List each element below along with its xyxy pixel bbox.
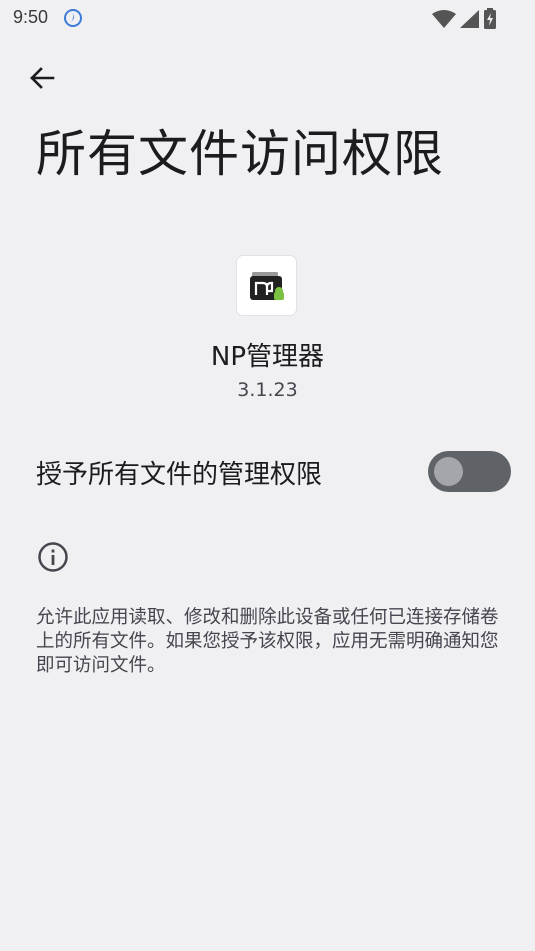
status-icons (431, 8, 497, 30)
info-icon (38, 542, 68, 572)
vpn-shield-icon (64, 9, 82, 27)
app-name: NP管理器 (210, 342, 325, 372)
cell-signal-icon (460, 10, 479, 28)
permission-description: 允许此应用读取、修改和删除此设备或任何已连接存储卷上的所有文件。如果您授予该权限… (36, 607, 499, 676)
permission-label: 授予所有文件的管理权限 (36, 460, 323, 490)
status-bar: 9:50 (0, 0, 535, 36)
battery-charging-icon (484, 8, 496, 29)
status-time: 9:50 (13, 7, 49, 27)
toggle-thumb (434, 457, 463, 486)
arrow-back-icon (30, 67, 55, 89)
permission-toggle-switch[interactable] (428, 451, 511, 492)
app-version: 3.1.23 (237, 379, 298, 401)
page-title: 所有文件访问权限 (36, 125, 444, 183)
permission-toggle-row[interactable]: 授予所有文件的管理权限 (0, 440, 535, 504)
app-icon (237, 256, 296, 315)
back-button[interactable] (26, 62, 58, 94)
wifi-icon (432, 10, 456, 28)
np-manager-app-icon (249, 271, 284, 300)
